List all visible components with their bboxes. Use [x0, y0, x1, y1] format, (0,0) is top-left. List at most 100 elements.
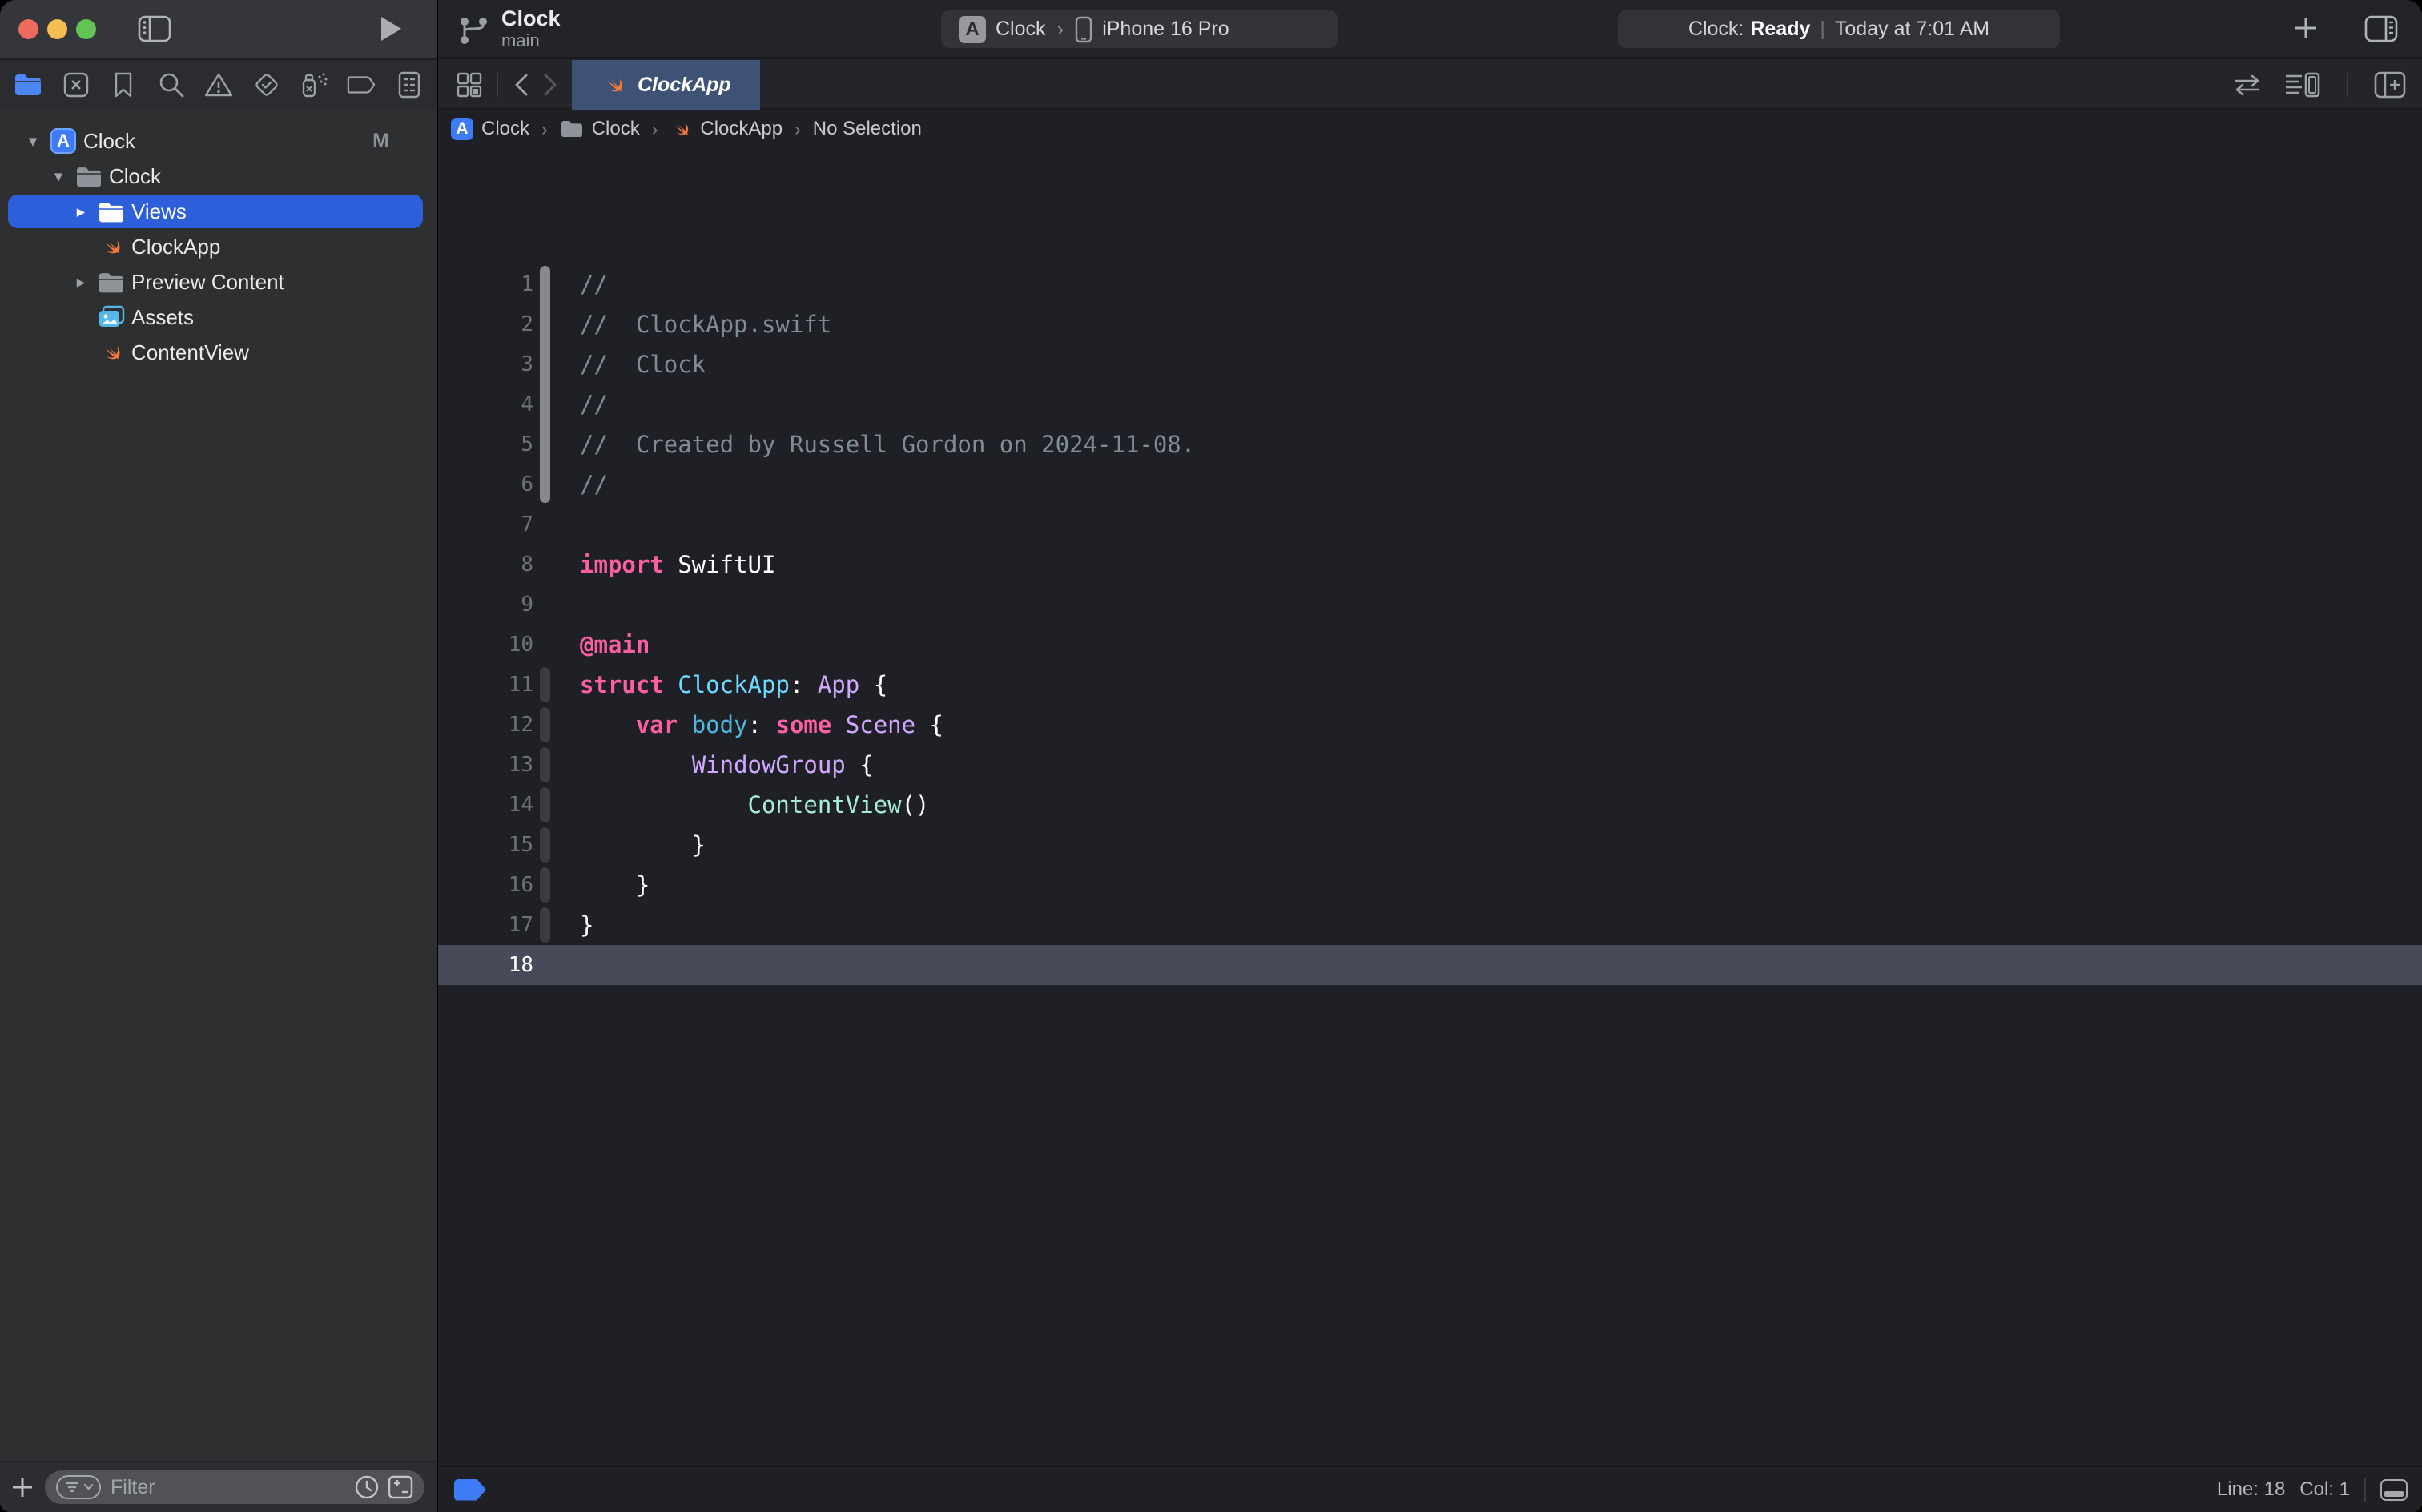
sidebar-toggle-icon[interactable] [138, 14, 171, 43]
code-line-2[interactable]: 2// ClockApp.swift [438, 304, 2422, 344]
fold-ribbon [540, 867, 550, 903]
line-number[interactable]: 6 [438, 464, 533, 505]
line-number[interactable]: 1 [438, 264, 533, 304]
code-line-15[interactable]: 15 } [438, 825, 2422, 865]
inspector-toggle-icon[interactable] [2364, 14, 2398, 43]
tree-item-views[interactable]: ▸Views [0, 194, 437, 229]
code-text: } [580, 865, 650, 905]
code-line-5[interactable]: 5// Created by Russell Gordon on 2024-11… [438, 424, 2422, 464]
line-number[interactable]: 4 [438, 384, 533, 424]
issues-navigator-icon[interactable] [203, 70, 234, 100]
tab-clockapp[interactable]: ClockApp [572, 60, 760, 110]
chevron-right-icon: › [1057, 17, 1064, 42]
scheme-block[interactable]: Clock main [457, 6, 561, 51]
code-text: var body: some Scene { [580, 705, 943, 745]
xcode-window: Clock main A Clock › iPhone 16 Pro Clock… [0, 0, 2422, 1512]
code-line-1[interactable]: 1// [438, 264, 2422, 304]
line-number[interactable]: 5 [438, 424, 533, 464]
line-number[interactable]: 17 [438, 905, 533, 945]
code-line-18[interactable]: 18 [438, 945, 2422, 985]
code-line-12[interactable]: 12 var body: some Scene { [438, 705, 2422, 745]
breakpoints-navigator-icon[interactable] [347, 70, 377, 100]
code-line-7[interactable]: 7 [438, 505, 2422, 545]
recent-files-icon[interactable] [354, 1474, 380, 1500]
code-line-6[interactable]: 6// [438, 464, 2422, 505]
sidebar-divider[interactable] [437, 0, 438, 1512]
code-text: } [580, 905, 593, 945]
fold-ribbon [540, 667, 550, 702]
tests-navigator-icon[interactable] [251, 70, 282, 100]
disclosure-right-icon[interactable]: ▸ [67, 202, 95, 222]
filter-field[interactable]: Filter [45, 1470, 424, 1504]
related-items-icon[interactable] [455, 70, 484, 99]
activity-status[interactable]: Clock: Ready | Today at 7:01 AM [1618, 10, 2060, 48]
line-number[interactable]: 3 [438, 344, 533, 384]
tree-item-label: ClockApp [131, 235, 220, 259]
run-button[interactable] [378, 14, 404, 43]
code-line-10[interactable]: 10@main [438, 625, 2422, 665]
line-number[interactable]: 15 [438, 825, 533, 865]
bookmarks-navigator-icon[interactable] [108, 70, 139, 100]
code-line-4[interactable]: 4// [438, 384, 2422, 424]
tree-item-assets[interactable]: Assets [0, 300, 437, 335]
tree-item-clock[interactable]: ▾AClockM [0, 123, 437, 159]
source-editor[interactable]: 1//2// ClockApp.swift3// Clock4//5// Cre… [438, 258, 2422, 1466]
bottom-bar-toggle-icon[interactable] [2380, 1479, 2408, 1501]
folder-icon [98, 271, 125, 293]
line-number[interactable]: 9 [438, 585, 533, 625]
line-number[interactable]: 11 [438, 665, 533, 705]
breadcrumb-project[interactable]: A Clock [451, 118, 529, 140]
line-number[interactable]: 2 [438, 304, 533, 344]
add-item-icon[interactable] [0, 1475, 45, 1499]
code-line-16[interactable]: 16 } [438, 865, 2422, 905]
run-destination-picker[interactable]: A Clock › iPhone 16 Pro [941, 10, 1338, 48]
disclosure-down-icon[interactable]: ▾ [45, 167, 72, 187]
line-number[interactable]: 18 [438, 945, 533, 985]
changes-navigator-icon[interactable] [61, 70, 91, 100]
jump-bar: A Clock › Clock › ClockApp › No Selectio… [438, 110, 2422, 148]
line-number[interactable]: 8 [438, 545, 533, 585]
line-number[interactable]: 13 [438, 745, 533, 785]
reports-navigator-icon[interactable] [394, 70, 424, 100]
code-line-13[interactable]: 13 WindowGroup { [438, 745, 2422, 785]
source-control-status-icon[interactable] [388, 1475, 413, 1499]
tree-item-preview-content[interactable]: ▸Preview Content [0, 264, 437, 300]
project-navigator-icon[interactable] [13, 70, 43, 100]
tree-item-clockapp[interactable]: ClockApp [0, 229, 437, 264]
filter-placeholder: Filter [111, 1476, 344, 1499]
go-forward-icon[interactable] [540, 70, 561, 99]
breadcrumb-group[interactable]: Clock [560, 118, 640, 140]
code-line-11[interactable]: 11struct ClockApp: App { [438, 665, 2422, 705]
close-button[interactable] [18, 19, 38, 39]
minimize-button[interactable] [47, 19, 67, 39]
breakpoints-toggle[interactable] [454, 1479, 486, 1501]
folder-icon [75, 166, 103, 187]
iphone-icon [1075, 16, 1092, 43]
debug-navigator-icon[interactable] [299, 70, 329, 100]
library-plus-button[interactable] [2292, 14, 2319, 42]
find-navigator-icon[interactable] [156, 70, 187, 100]
line-number[interactable]: 14 [438, 785, 533, 825]
breadcrumb-selection[interactable]: No Selection [813, 118, 922, 140]
code-line-8[interactable]: 8import SwiftUI [438, 545, 2422, 585]
tree-item-label: Clock [109, 164, 161, 189]
disclosure-down-icon[interactable]: ▾ [19, 131, 46, 151]
line-number[interactable]: 7 [438, 505, 533, 545]
line-number[interactable]: 16 [438, 865, 533, 905]
code-line-9[interactable]: 9 [438, 585, 2422, 625]
editor-options-icon[interactable] [2284, 71, 2321, 99]
zoom-button[interactable] [76, 19, 96, 39]
breadcrumb-file[interactable]: ClockApp [670, 118, 783, 140]
add-editor-icon[interactable] [2374, 71, 2406, 99]
tree-item-clock[interactable]: ▾ Clock [0, 159, 437, 194]
code-line-3[interactable]: 3// Clock [438, 344, 2422, 384]
line-number[interactable]: 10 [438, 625, 533, 665]
tree-item-contentview[interactable]: ContentView [0, 335, 437, 370]
navigation-row: ClockApp [0, 60, 2422, 110]
swap-editors-icon[interactable] [2231, 73, 2263, 97]
line-number[interactable]: 12 [438, 705, 533, 745]
go-back-icon[interactable] [511, 70, 532, 99]
code-line-17[interactable]: 17} [438, 905, 2422, 945]
code-line-14[interactable]: 14 ContentView() [438, 785, 2422, 825]
disclosure-right-icon[interactable]: ▸ [67, 272, 95, 292]
